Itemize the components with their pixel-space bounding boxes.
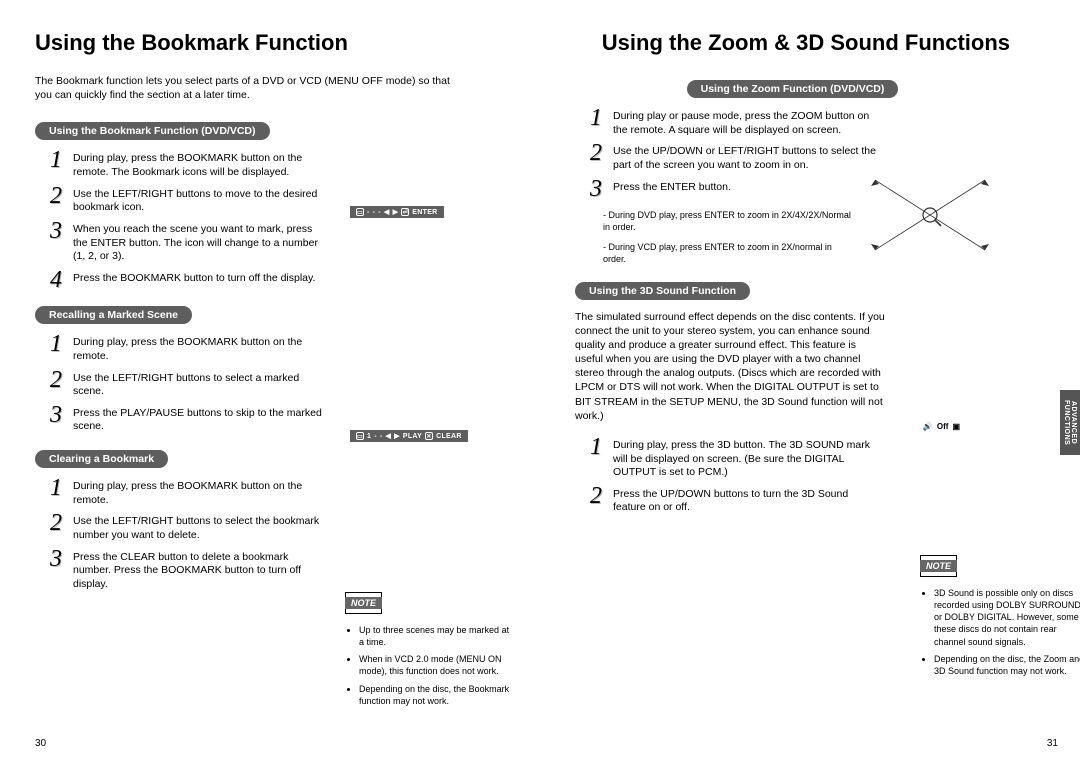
3d-icon: ▣ bbox=[952, 422, 960, 431]
note-item: When in VCD 2.0 mode (MENU ON mode), thi… bbox=[359, 653, 515, 677]
note-label: NOTE bbox=[345, 597, 382, 609]
step-number: 3 bbox=[47, 549, 65, 569]
step-number: 2 bbox=[47, 186, 65, 206]
page-number: 31 bbox=[1047, 738, 1058, 749]
sub-note: - During VCD play, press ENTER to zoom i… bbox=[603, 241, 853, 265]
osd-bookmark-play: ▭ 1 - - ◀ ▶ PLAY ✕ CLEAR bbox=[350, 430, 468, 442]
clear-icon: ✕ bbox=[425, 432, 433, 440]
step-text: During play, press the BOOKMARK button o… bbox=[73, 334, 327, 363]
step-number: 1 bbox=[47, 150, 65, 170]
page-left: Using the Bookmark Function The Bookmark… bbox=[35, 30, 545, 745]
step-number: 2 bbox=[47, 513, 65, 533]
step-number: 1 bbox=[47, 334, 65, 354]
step-text: During play, press the BOOKMARK button o… bbox=[73, 150, 327, 179]
note-item: Depending on the disc, the Bookmark func… bbox=[359, 683, 515, 707]
page-title: Using the Bookmark Function bbox=[35, 30, 545, 56]
section-heading: Clearing a Bookmark bbox=[35, 450, 168, 468]
step-number: 4 bbox=[47, 270, 65, 290]
osd-bookmark-enter: ▭ - - - ◀ ▶ ⏎ ENTER bbox=[350, 206, 444, 218]
step-text: Use the UP/DOWN or LEFT/RIGHT buttons to… bbox=[613, 143, 877, 172]
step-number: 1 bbox=[587, 108, 605, 128]
steps-block: 1 During play, press the BOOKMARK button … bbox=[47, 150, 545, 290]
step-number: 3 bbox=[587, 179, 605, 199]
step-number: 2 bbox=[587, 486, 605, 506]
section-heading: Recalling a Marked Scene bbox=[35, 306, 192, 324]
step-number: 1 bbox=[587, 437, 605, 457]
step-text: During play, press the 3D button. The 3D… bbox=[613, 437, 877, 480]
side-tab: ADVANCED FUNCTIONS bbox=[1060, 390, 1080, 455]
section-heading: Using the Zoom Function (DVD/VCD) bbox=[687, 80, 899, 98]
osd-3dsound: 🔊 Off ▣ bbox=[923, 422, 960, 431]
step-number: 2 bbox=[47, 370, 65, 390]
steps-block: 1 During play, press the 3D button. The 3… bbox=[587, 437, 1010, 515]
steps-block: 1 During play, press the BOOKMARK button … bbox=[47, 478, 545, 591]
note-label: NOTE bbox=[920, 560, 957, 572]
page-number: 30 bbox=[35, 738, 46, 749]
note-list: Up to three scenes may be marked at a ti… bbox=[345, 624, 515, 707]
section-heading: Using the 3D Sound Function bbox=[575, 282, 750, 300]
step-number: 3 bbox=[47, 405, 65, 425]
note-item: Depending on the disc, the Zoom and 3D S… bbox=[934, 653, 1080, 677]
section-heading: Using the Bookmark Function (DVD/VCD) bbox=[35, 122, 270, 140]
step-text: Use the LEFT/RIGHT buttons to move to th… bbox=[73, 186, 327, 215]
step-text: Use the LEFT/RIGHT buttons to select a m… bbox=[73, 370, 327, 399]
step-number: 2 bbox=[587, 143, 605, 163]
sound-icon: 🔊 bbox=[923, 422, 933, 431]
step-number: 1 bbox=[47, 478, 65, 498]
steps-block: 1 During play, press the BOOKMARK button … bbox=[47, 334, 545, 434]
note-block: NOTE Up to three scenes may be marked at… bbox=[345, 592, 515, 712]
osd-value: Off bbox=[937, 422, 949, 431]
intro-text: The Bookmark function lets you select pa… bbox=[35, 74, 455, 102]
note-list: 3D Sound is possible only on discs recor… bbox=[920, 587, 1080, 677]
step-text: Press the ENTER button. bbox=[613, 179, 731, 195]
step-text: Press the BOOKMARK button to turn off th… bbox=[73, 270, 315, 286]
enter-icon: ⏎ bbox=[401, 208, 409, 216]
intro-text: The simulated surround effect depends on… bbox=[575, 310, 885, 423]
step-text: Use the LEFT/RIGHT buttons to select the… bbox=[73, 513, 327, 542]
step-text: Press the CLEAR button to delete a bookm… bbox=[73, 549, 327, 592]
note-item: 3D Sound is possible only on discs recor… bbox=[934, 587, 1080, 648]
bookmark-icon: ▭ bbox=[356, 432, 364, 440]
step-text: Press the UP/DOWN buttons to turn the 3D… bbox=[613, 486, 877, 515]
magnifier-icon bbox=[923, 208, 941, 226]
page-right: Using the Zoom & 3D Sound Functions Usin… bbox=[575, 30, 1060, 745]
step-number: 3 bbox=[47, 221, 65, 241]
step-text: Press the PLAY/PAUSE buttons to skip to … bbox=[73, 405, 327, 434]
bookmark-icon: ▭ bbox=[356, 208, 364, 216]
note-block: NOTE 3D Sound is possible only on discs … bbox=[920, 555, 1080, 682]
step-text: When you reach the scene you want to mar… bbox=[73, 221, 327, 264]
step-text: During play or pause mode, press the ZOO… bbox=[613, 108, 877, 137]
step-text: During play, press the BOOKMARK button o… bbox=[73, 478, 327, 507]
sub-note: - During DVD play, press ENTER to zoom i… bbox=[603, 209, 853, 233]
page-title: Using the Zoom & 3D Sound Functions bbox=[575, 30, 1010, 56]
note-item: Up to three scenes may be marked at a ti… bbox=[359, 624, 515, 648]
zoom-diagram bbox=[855, 160, 1005, 270]
